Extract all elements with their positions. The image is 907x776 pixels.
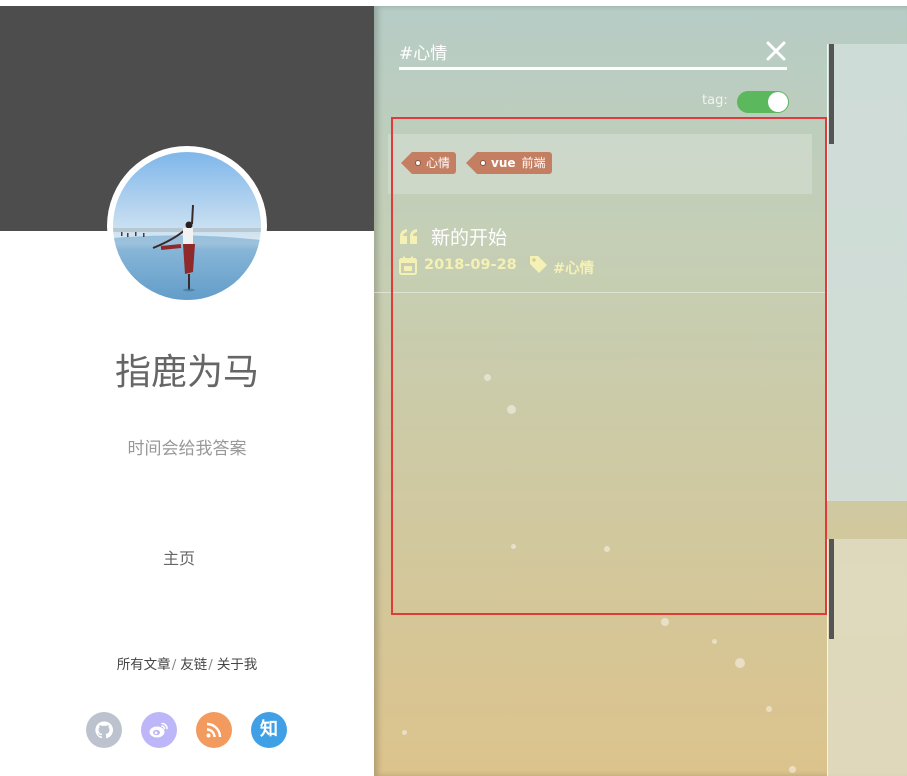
- post-title-link[interactable]: 新的开始: [431, 223, 507, 250]
- tag-chip[interactable]: 心情: [400, 152, 457, 174]
- search-input[interactable]: [399, 36, 739, 66]
- blog-motto: 时间会给我答案: [127, 439, 247, 459]
- sidebar: 指鹿为马 时间会给我答案 主页 所有文章/友链/关于我 知: [0, 0, 374, 776]
- nav-links: 所有文章/友链/关于我: [0, 653, 374, 673]
- bokeh-dot: [511, 544, 516, 549]
- close-search-button[interactable]: [765, 40, 787, 62]
- nav-all-posts-link[interactable]: 所有文章: [117, 657, 171, 673]
- bokeh-dot: [661, 618, 669, 626]
- weibo-icon: [149, 722, 168, 738]
- rss-icon: [206, 722, 222, 738]
- tag-icon: [530, 256, 547, 273]
- tag-label: 前端: [521, 156, 546, 170]
- bokeh-dot: [507, 405, 516, 414]
- bokeh-dot: [484, 374, 491, 381]
- tag-list: 心情 vue 前端: [388, 134, 812, 194]
- blog-title: 指鹿为马: [114, 352, 259, 393]
- tag-hole-icon: [480, 160, 486, 166]
- tag-chip[interactable]: vue 前端: [466, 152, 552, 174]
- social-links: 知: [86, 712, 296, 748]
- card-border: [827, 539, 828, 776]
- github-button[interactable]: [86, 712, 122, 748]
- post-tag-link[interactable]: #心情: [553, 257, 594, 278]
- tag-label-bold: vue: [491, 156, 516, 170]
- toggle-knob: [768, 92, 788, 112]
- zhihu-button[interactable]: 知: [251, 712, 287, 748]
- github-icon: [95, 721, 114, 739]
- search-box: [399, 36, 787, 70]
- avatar-photo: [113, 152, 261, 300]
- post-date: 2018-09-28: [424, 257, 517, 273]
- tag-toggle-label: tag:: [702, 93, 728, 108]
- nav-friend-links-link[interactable]: 友链: [180, 657, 207, 673]
- bokeh-dot: [735, 658, 745, 668]
- close-icon: [766, 41, 786, 61]
- weibo-button[interactable]: [141, 712, 177, 748]
- bokeh-dot: [766, 706, 772, 712]
- tag-label: 心情: [426, 156, 451, 170]
- nav-separator: /: [171, 657, 177, 673]
- zhihu-icon: 知: [260, 719, 278, 740]
- bokeh-dot: [712, 639, 717, 644]
- bokeh-dot: [789, 766, 796, 773]
- bokeh-dot: [402, 730, 407, 735]
- calendar-icon: [399, 256, 417, 275]
- quote-icon: [400, 229, 417, 244]
- card-accent-bar: [829, 44, 834, 144]
- search-panel: tag: 心情 vue 前端 新的开始 2018-09-28: [374, 6, 907, 776]
- peek-card[interactable]: [827, 44, 907, 501]
- avatar[interactable]: [107, 146, 267, 306]
- nav-home-link[interactable]: 主页: [0, 545, 358, 569]
- nav-about-link[interactable]: 关于我: [217, 657, 258, 673]
- bokeh-dot: [604, 546, 610, 552]
- nav-separator: /: [208, 657, 213, 673]
- tag-search-toggle[interactable]: [737, 91, 789, 113]
- tag-hole-icon: [415, 160, 421, 166]
- peek-card[interactable]: [827, 539, 907, 776]
- card-accent-bar: [829, 539, 834, 639]
- rss-button[interactable]: [196, 712, 232, 748]
- card-border: [827, 44, 828, 501]
- search-result-item: 新的开始 2018-09-28 #心情: [374, 216, 828, 293]
